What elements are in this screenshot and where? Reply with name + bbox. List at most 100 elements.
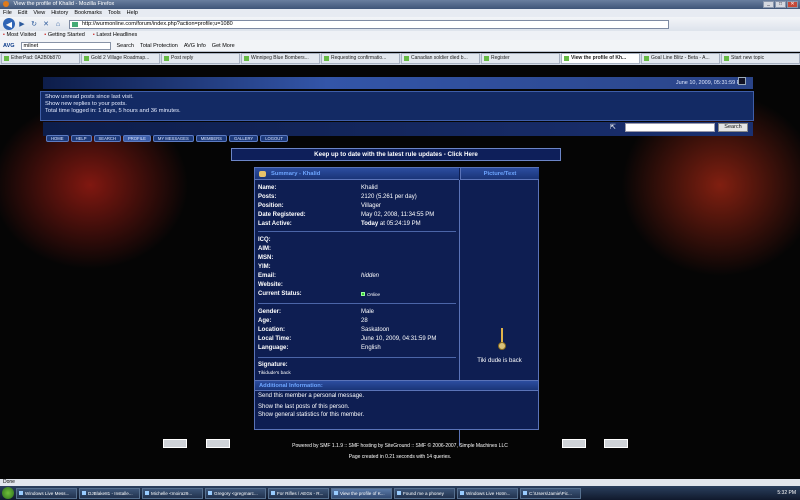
menu-help[interactable]: HELP bbox=[70, 135, 92, 142]
field-value bbox=[361, 245, 459, 254]
forward-icon[interactable]: ▶ bbox=[17, 19, 27, 29]
collapse-header-icon[interactable] bbox=[738, 77, 746, 85]
menu-my-messages[interactable]: MY MESSAGES bbox=[152, 135, 194, 142]
tab-register[interactable]: Register bbox=[481, 53, 560, 64]
profile-row: MSN: bbox=[258, 254, 459, 263]
profile-row: Gender: Male bbox=[258, 308, 459, 317]
field-label: Language: bbox=[258, 345, 289, 351]
avg-search-button[interactable]: Search bbox=[117, 43, 134, 49]
maximize-button[interactable]: □ bbox=[775, 1, 786, 8]
field-value bbox=[361, 281, 459, 290]
menu-members[interactable]: MEMBERS bbox=[195, 135, 227, 142]
taskbar-item-gregory[interactable]: Gregory <gregmarc... bbox=[205, 487, 266, 499]
tab-view-profile[interactable]: View the profile of Kh... bbox=[561, 53, 640, 64]
menu-file[interactable]: File bbox=[3, 9, 12, 17]
section-divider bbox=[258, 303, 456, 304]
field-value: Khalid bbox=[361, 185, 378, 191]
taskbar-item-michelle[interactable]: Michelle <moira29... bbox=[142, 487, 203, 499]
avg-info-button[interactable]: AVG Info bbox=[184, 43, 206, 49]
field-label: Local Time: bbox=[258, 336, 292, 342]
taskbar-item-view-profile[interactable]: View the profile of K... bbox=[331, 487, 392, 499]
menu-gallery[interactable]: GALLERY bbox=[228, 135, 259, 142]
start-button[interactable] bbox=[2, 487, 14, 499]
tab-bar: EtherPad: 0A2B0b870 Gold 2 Village Roadm… bbox=[0, 53, 800, 65]
field-label: Posts: bbox=[258, 194, 277, 200]
menu-history[interactable]: History bbox=[51, 9, 68, 17]
new-replies-link[interactable]: Show new replies to your posts. bbox=[45, 101, 749, 108]
menu-edit[interactable]: Edit bbox=[18, 9, 27, 17]
bookmark-most-visited[interactable]: Most Visited bbox=[3, 31, 36, 40]
forum-search-input[interactable] bbox=[625, 123, 715, 132]
tab-start-new-topic[interactable]: Start new topic bbox=[721, 53, 800, 64]
field-label: Website: bbox=[258, 282, 283, 288]
avg-search-input[interactable]: milnet bbox=[20, 41, 111, 50]
reload-icon[interactable]: ↻ bbox=[29, 19, 39, 29]
tab-gold-village[interactable]: Gold 2 Village Roadmap... bbox=[81, 53, 160, 64]
field-value: Saskatoon bbox=[361, 327, 390, 333]
menu-tools[interactable]: Tools bbox=[108, 9, 121, 17]
avg-toolbar: AVG milnet Search Total Protection AVG I… bbox=[0, 40, 800, 52]
avg-get-more-button[interactable]: Get More bbox=[212, 43, 235, 49]
unread-posts-link[interactable]: Show unread posts since last visit. bbox=[45, 94, 749, 101]
tab-etherpad[interactable]: EtherPad: 0A2B0b870 bbox=[1, 53, 80, 64]
css-badge[interactable] bbox=[604, 439, 628, 448]
profile-row: Position: Villager bbox=[258, 202, 459, 211]
close-button[interactable]: ✕ bbox=[787, 1, 798, 8]
taskbar-item-djblake[interactable]: DJBlake81 - Installe... bbox=[79, 487, 140, 499]
expand-arrow-icon[interactable]: ⇱ bbox=[610, 124, 618, 132]
menu-bookmarks[interactable]: Bookmarks bbox=[74, 9, 102, 17]
forum-date: June 10, 2009, 05:31:59 PM bbox=[675, 80, 745, 86]
tab-goal-line-blitz[interactable]: Goal Line Blitz - Beta - A... bbox=[641, 53, 720, 64]
taskbar-item-messenger[interactable]: Windows Live Mess... bbox=[16, 487, 77, 499]
field-value: Male bbox=[361, 309, 375, 315]
tab-canadian-soldier[interactable]: Canadian soldier died b... bbox=[401, 53, 480, 64]
online-status-icon bbox=[361, 292, 365, 297]
taskbar-item-hotmail[interactable]: Windows Live Hotm... bbox=[457, 487, 518, 499]
back-icon[interactable]: ◀ bbox=[3, 18, 15, 30]
online-status-text: Online bbox=[367, 292, 381, 297]
taskbar-item-phoney[interactable]: Found me a phoney bbox=[394, 487, 455, 499]
tab-post-reply[interactable]: Post reply bbox=[161, 53, 240, 64]
taskbar-item-pictures[interactable]: C:\Users\Jamie\Pic... bbox=[520, 487, 581, 499]
send-pm-link[interactable]: Send this member a personal message. bbox=[255, 392, 538, 400]
field-value: Today at 05:24:19 PM bbox=[361, 220, 459, 229]
tab-requesting[interactable]: Requesting confirmatio... bbox=[321, 53, 400, 64]
field-label: Position: bbox=[258, 203, 284, 209]
section-divider bbox=[258, 231, 456, 232]
mysql-badge[interactable] bbox=[163, 439, 187, 448]
menu-help[interactable]: Help bbox=[127, 9, 138, 17]
menu-view[interactable]: View bbox=[33, 9, 45, 17]
url-bar[interactable]: http://wurmonline.com/forum/index.php?ac… bbox=[69, 19, 669, 29]
stop-icon[interactable]: ✕ bbox=[41, 19, 51, 29]
field-label: Date Registered: bbox=[258, 212, 306, 218]
field-value: English bbox=[361, 345, 381, 351]
rules-update-link[interactable]: Keep up to date with the latest rule upd… bbox=[231, 148, 561, 161]
menu-search[interactable]: SEARCH bbox=[93, 135, 121, 142]
statistics-link[interactable]: Show general statistics for this member. bbox=[255, 411, 538, 419]
field-value bbox=[361, 254, 459, 263]
taskbar-clock: 5:32 PM bbox=[777, 490, 796, 496]
minimize-button[interactable]: _ bbox=[763, 1, 774, 8]
bookmark-latest-headlines[interactable]: Latest Headlines bbox=[93, 31, 137, 40]
tab-winnipeg[interactable]: Winnipeg Blue Bombers... bbox=[241, 53, 320, 64]
profile-row: Last Active: Today at 05:24:19 PM bbox=[258, 220, 459, 229]
menu-logout[interactable]: LOGOUT bbox=[260, 135, 288, 142]
field-value: May 02, 2008, 11:34:55 PM bbox=[361, 212, 435, 218]
menu-home[interactable]: HOME bbox=[46, 135, 69, 142]
bookmark-getting-started[interactable]: Getting Started bbox=[44, 31, 85, 40]
footer-powered-by: Powered by SMF 1.1.9 :: SMF hosting by S… bbox=[292, 443, 508, 449]
profile-row: Name: Khalid bbox=[258, 184, 459, 193]
forum-header: June 10, 2009, 05:31:59 PM bbox=[43, 77, 753, 89]
taskbar-item-rifles[interactable]: For Rifles / AEGs - R... bbox=[268, 487, 329, 499]
forum-search-button[interactable]: Search bbox=[718, 123, 748, 132]
last-active-today: Today bbox=[361, 221, 379, 227]
menu-profile[interactable]: PROFILE bbox=[122, 135, 151, 142]
picture-header: Picture/Text bbox=[460, 168, 539, 180]
profile-row: AIM: bbox=[258, 245, 459, 254]
profile-row: Location: Saskatoon bbox=[258, 326, 459, 335]
avg-total-protection-button[interactable]: Total Protection bbox=[140, 43, 178, 49]
avatar bbox=[498, 328, 506, 352]
last-posts-link[interactable]: Show the last posts of this person. bbox=[255, 403, 538, 411]
signature-label: Signature: bbox=[258, 362, 288, 368]
home-icon[interactable]: ⌂ bbox=[53, 19, 63, 29]
